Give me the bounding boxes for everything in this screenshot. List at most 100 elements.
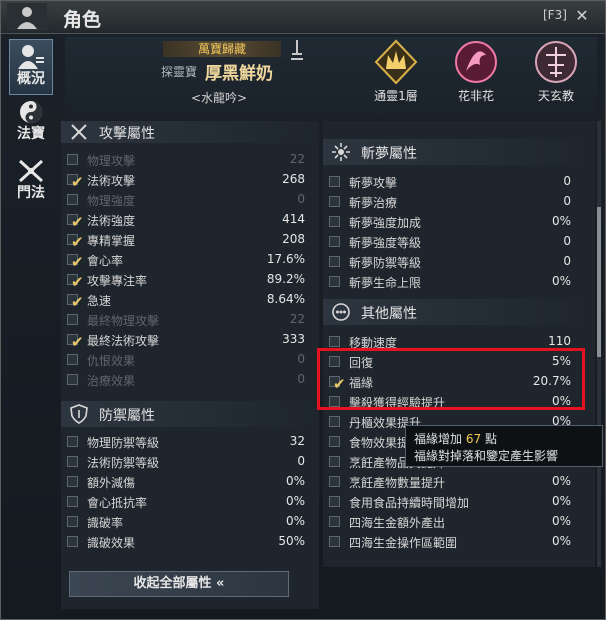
attribute-row: ✔ 攻擊專注率 89.2% [61, 271, 319, 291]
dots-icon [332, 303, 350, 321]
sidebar-label-treasure: 法寶 [17, 126, 45, 142]
attribute-checkbox[interactable] [329, 216, 340, 227]
badge-sect[interactable]: 天玄教 [521, 39, 591, 104]
badge-title-label: 花非花 [457, 89, 494, 103]
attribute-row: 額外減傷 0% [61, 473, 319, 491]
other-section-header[interactable]: 其他屬性 [323, 299, 595, 325]
attribute-checkbox[interactable] [329, 416, 340, 427]
left-attribute-panel[interactable]: 攻擊屬性 物理攻擊 22 ✔ 法術攻擊 268 物理強度 0 ✔ 法術強度 414 ✔ 專精掌握 208… [61, 121, 319, 609]
attribute-value: 0% [551, 214, 571, 228]
sidebar-item-overview[interactable]: 概況 [9, 39, 53, 95]
title-bar[interactable]: 角色 [F3] ✕ [1, 1, 605, 34]
attribute-value: 17.6% [266, 252, 305, 266]
attribute-label: 額外減傷 [87, 476, 136, 490]
attribute-label: 斬夢防禦等級 [349, 256, 422, 270]
attribute-checkbox[interactable] [67, 456, 78, 467]
attribute-checkbox[interactable] [329, 496, 340, 507]
attribute-row: 斬夢強度加成 0% [323, 213, 595, 231]
attribute-label: 斬夢治療 [349, 196, 398, 210]
title-banner[interactable]: 萬寶歸藏 [163, 41, 281, 57]
attribute-value: 268 [282, 172, 305, 186]
attribute-label: 會心率 [87, 254, 124, 268]
attribute-label: 最終法術攻擊 [87, 334, 160, 348]
attribute-checkbox[interactable]: ✔ [67, 213, 84, 231]
attribute-checkbox[interactable] [67, 476, 78, 487]
attribute-checkbox[interactable] [329, 256, 340, 267]
dream-section-title: 斬夢屬性 [361, 146, 417, 162]
attribute-checkbox[interactable] [329, 176, 340, 187]
attribute-checkbox[interactable] [67, 516, 78, 527]
right-scrollbar[interactable] [597, 121, 601, 567]
guild-name: <水龍吟> [191, 91, 248, 105]
attribute-row: 治療效果 0 [61, 371, 319, 389]
attribute-value: 208 [282, 232, 305, 246]
attribute-checkbox[interactable] [67, 536, 78, 547]
window-title: 角色 [63, 9, 102, 31]
attack-section-header[interactable]: 攻擊屬性 [61, 121, 319, 143]
attribute-checkbox[interactable] [329, 516, 340, 527]
attack-section-title: 攻擊屬性 [99, 126, 155, 142]
character-overview-icon [18, 45, 44, 69]
collapse-all-button[interactable]: 收起全部屬性 « [69, 571, 289, 597]
attribute-checkbox[interactable] [329, 476, 340, 487]
check-icon: ✔ [71, 293, 84, 311]
attribute-checkbox[interactable] [329, 276, 340, 287]
attack-icon [71, 124, 87, 140]
attribute-checkbox[interactable] [329, 456, 340, 467]
attribute-checkbox[interactable] [329, 336, 340, 347]
attribute-value: 110 [548, 334, 571, 348]
attribute-label: 四海生金操作區範圍 [349, 536, 458, 550]
tooltip-line-1: 福緣增加 67 點 [414, 430, 497, 447]
attribute-checkbox[interactable]: ✔ [67, 333, 84, 351]
badge-title[interactable]: 花非花 [441, 39, 511, 104]
crown-icon [374, 39, 418, 85]
badge-rank[interactable]: 通靈1層 [361, 39, 431, 104]
attribute-checkbox[interactable] [329, 436, 340, 447]
badge-rank-label: 通靈1層 [374, 89, 418, 103]
attribute-label: 法術強度 [87, 214, 136, 228]
sidebar-label-sect: 門法 [17, 185, 45, 201]
attribute-value: 50% [278, 534, 305, 548]
attribute-value: 0% [285, 494, 305, 508]
attribute-checkbox[interactable] [329, 196, 340, 207]
sidebar-item-treasure[interactable]: 法寶 [9, 98, 53, 154]
attribute-label: 治療效果 [87, 374, 136, 388]
close-icon[interactable]: ✕ [573, 7, 591, 25]
fortune-tooltip: 福緣增加 67 點 福緣對掉落和鑒定產生影響 [405, 425, 603, 467]
attribute-row: ✔ 會心率 17.6% [61, 251, 319, 271]
defense-section-header[interactable]: 防禦屬性 [61, 401, 319, 427]
attribute-label: 斬夢強度加成 [349, 216, 422, 230]
attribute-checkbox[interactable] [67, 374, 78, 385]
check-icon: ✔ [71, 213, 84, 231]
attribute-checkbox[interactable]: ✔ [67, 253, 84, 271]
attribute-checkbox[interactable] [67, 154, 78, 165]
attribute-checkbox[interactable]: ✔ [67, 173, 84, 191]
attribute-row: ✔ 最終法術攻擊 333 [61, 331, 319, 351]
dream-section-header[interactable]: 斬夢屬性 [323, 139, 595, 165]
attribute-row: 識破率 0% [61, 513, 319, 531]
attribute-row: ✔ 專精掌握 208 [61, 231, 319, 251]
attribute-row: 最終物理攻擊 22 [61, 311, 319, 329]
attribute-checkbox[interactable] [67, 194, 78, 205]
check-icon: ✔ [71, 173, 84, 191]
attribute-checkbox[interactable]: ✔ [67, 233, 84, 251]
attribute-checkbox[interactable] [329, 536, 340, 547]
yin-yang-icon [20, 101, 42, 123]
attribute-label: 攻擊專注率 [87, 274, 148, 288]
attribute-checkbox[interactable] [329, 236, 340, 247]
right-attribute-panel[interactable]: 斬夢屬性 斬夢攻擊 0 斬夢治療 0 斬夢強度加成 0% 斬夢強度等級 0 斬夢防禦等級 0 斬夢生… [323, 121, 595, 567]
sidebar-item-sect[interactable]: 門法 [9, 157, 53, 213]
attribute-checkbox[interactable]: ✔ [67, 273, 84, 291]
attribute-value: 0 [563, 174, 571, 188]
attribute-value: 0% [285, 514, 305, 528]
sword-icon[interactable] [287, 39, 307, 61]
attribute-checkbox[interactable] [67, 314, 78, 325]
attribute-checkbox[interactable]: ✔ [67, 293, 84, 311]
attribute-label: 最終物理攻擊 [87, 314, 160, 328]
scroll-thumb[interactable] [597, 207, 601, 357]
attribute-checkbox[interactable] [67, 354, 78, 365]
attribute-checkbox[interactable] [67, 496, 78, 507]
attribute-label: 法術防禦等級 [87, 456, 160, 470]
sect-emblem-icon [535, 41, 577, 83]
attribute-checkbox[interactable] [67, 436, 78, 447]
